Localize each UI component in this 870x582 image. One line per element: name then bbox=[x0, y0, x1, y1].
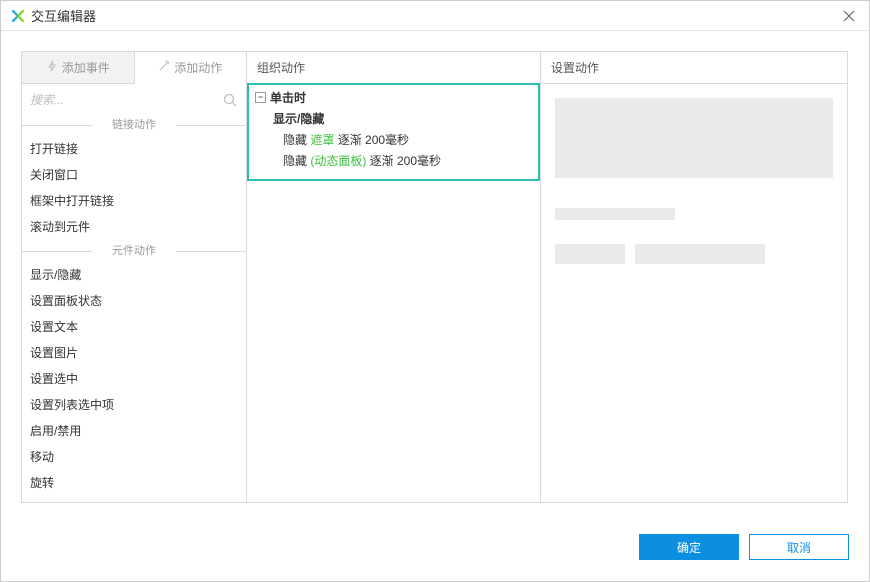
search-container bbox=[26, 88, 242, 114]
wand-icon bbox=[158, 60, 170, 75]
dialog-footer: 确定 取消 bbox=[1, 523, 869, 571]
link-action-list: 打开链接 关闭窗口 框架中打开链接 滚动到元件 bbox=[22, 136, 246, 240]
action-set-image[interactable]: 设置图片 bbox=[22, 340, 246, 366]
action-close-window[interactable]: 关闭窗口 bbox=[22, 162, 246, 188]
action-rotate[interactable]: 旋转 bbox=[22, 470, 246, 496]
app-logo bbox=[11, 9, 25, 23]
configure-action-header: 设置动作 bbox=[541, 52, 847, 84]
placeholder-btn-2 bbox=[635, 244, 765, 264]
placeholder-btn-1 bbox=[555, 244, 625, 264]
action-move[interactable]: 移动 bbox=[22, 444, 246, 470]
tree-action-group[interactable]: 显示/隐藏 bbox=[255, 110, 532, 127]
tab-add-event-label: 添加事件 bbox=[62, 59, 110, 76]
tree-event-label: 单击时 bbox=[270, 89, 306, 106]
close-icon[interactable] bbox=[839, 6, 859, 26]
action-set-panel-state[interactable]: 设置面板状态 bbox=[22, 288, 246, 314]
section-widget-actions: 元件动作 bbox=[22, 242, 246, 260]
window-title: 交互编辑器 bbox=[31, 6, 96, 25]
action-open-in-frame[interactable]: 框架中打开链接 bbox=[22, 188, 246, 214]
action-set-text[interactable]: 设置文本 bbox=[22, 314, 246, 340]
tab-add-action[interactable]: 添加动作 bbox=[134, 52, 247, 84]
left-tabs: 添加事件 添加动作 bbox=[22, 52, 246, 84]
action-set-size[interactable]: 设置尺寸 bbox=[22, 496, 246, 503]
tree-action-1-suffix: 逐渐 200毫秒 bbox=[334, 133, 409, 147]
tree-action-1[interactable]: 隐藏 遮罩 逐渐 200毫秒 bbox=[255, 131, 532, 148]
placeholder-row bbox=[555, 244, 833, 264]
tab-add-action-label: 添加动作 bbox=[174, 59, 222, 76]
ok-button[interactable]: 确定 bbox=[639, 534, 739, 560]
tree-event-onclick[interactable]: − 单击时 bbox=[255, 89, 532, 106]
configure-body bbox=[541, 84, 847, 278]
tab-add-event[interactable]: 添加事件 bbox=[22, 52, 134, 84]
action-tree-selected[interactable]: − 单击时 显示/隐藏 隐藏 遮罩 逐渐 200毫秒 隐藏 (动态面板) 逐渐 … bbox=[247, 83, 540, 181]
placeholder-line bbox=[555, 208, 675, 220]
tree-action-1-target: 遮罩 bbox=[310, 133, 334, 147]
left-panel: 添加事件 添加动作 链接动作 打开链接 关闭窗口 框架中打开链接 滚动到元件 元… bbox=[21, 51, 247, 503]
placeholder-block bbox=[555, 98, 833, 178]
titlebar: 交互编辑器 bbox=[1, 1, 869, 31]
widget-action-list: 显示/隐藏 设置面板状态 设置文本 设置图片 设置选中 设置列表选中项 启用/禁… bbox=[22, 262, 246, 503]
tree-action-2[interactable]: 隐藏 (动态面板) 逐渐 200毫秒 bbox=[255, 152, 532, 169]
action-scroll-to-widget[interactable]: 滚动到元件 bbox=[22, 214, 246, 240]
tree-action-1-prefix: 隐藏 bbox=[283, 133, 310, 147]
cancel-button[interactable]: 取消 bbox=[749, 534, 849, 560]
search-icon bbox=[222, 92, 238, 108]
tree-action-2-target: (动态面板) bbox=[310, 154, 366, 168]
lightning-icon bbox=[46, 60, 58, 75]
action-set-selected[interactable]: 设置选中 bbox=[22, 366, 246, 392]
tree-action-2-prefix: 隐藏 bbox=[283, 154, 310, 168]
action-open-link[interactable]: 打开链接 bbox=[22, 136, 246, 162]
tree-action-2-suffix: 逐渐 200毫秒 bbox=[366, 154, 441, 168]
dialog-content: 添加事件 添加动作 链接动作 打开链接 关闭窗口 框架中打开链接 滚动到元件 元… bbox=[1, 31, 869, 523]
action-enable-disable[interactable]: 启用/禁用 bbox=[22, 418, 246, 444]
section-link-actions: 链接动作 bbox=[22, 116, 246, 134]
middle-panel: 组织动作 − 单击时 显示/隐藏 隐藏 遮罩 逐渐 200毫秒 隐藏 (动态面板… bbox=[247, 51, 541, 503]
action-set-list-selected[interactable]: 设置列表选中项 bbox=[22, 392, 246, 418]
search-input[interactable] bbox=[26, 88, 242, 112]
action-show-hide[interactable]: 显示/隐藏 bbox=[22, 262, 246, 288]
organize-actions-header: 组织动作 bbox=[247, 52, 540, 84]
right-panel: 设置动作 bbox=[541, 51, 848, 503]
collapse-icon[interactable]: − bbox=[255, 92, 266, 103]
